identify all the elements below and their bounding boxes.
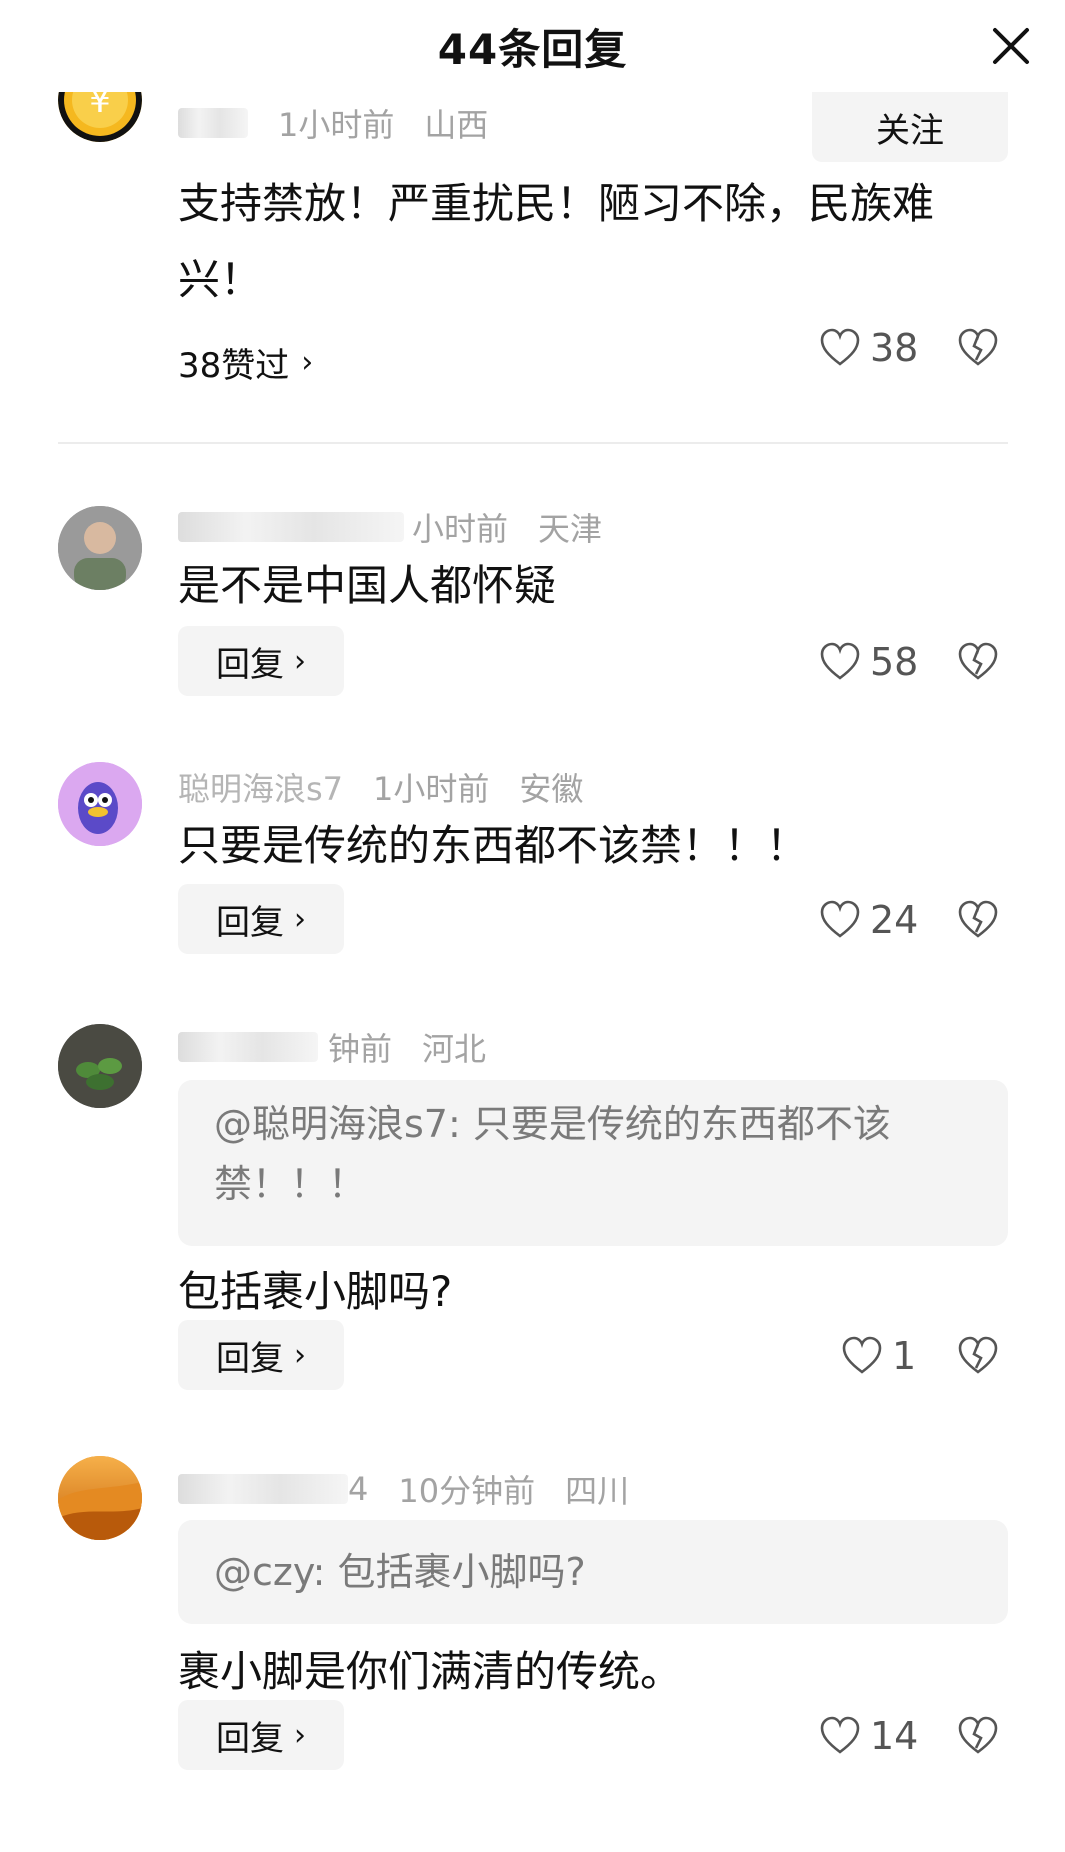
broken-heart-icon	[958, 1716, 998, 1754]
avatar[interactable]	[58, 762, 142, 846]
avatar[interactable]	[58, 1024, 142, 1108]
comment-text: 裹小脚是你们满清的传统。	[178, 1647, 683, 1696]
comment-text: 包括裹小脚吗?	[178, 1267, 453, 1316]
comment-location: 山西	[424, 106, 489, 144]
username-blurred[interactable]	[178, 512, 404, 542]
like-button[interactable]: 1	[840, 1334, 916, 1378]
comment-text: 是不是中国人都怀疑	[178, 561, 557, 610]
like-count: 58	[870, 640, 919, 684]
comment-meta: 4 10分钟前 四川	[178, 1466, 629, 1512]
username-blurred	[178, 1474, 348, 1504]
chevron-right-icon: ›	[294, 1337, 306, 1373]
plant-avatar-image	[58, 1024, 142, 1108]
comment-username-group[interactable]: 4	[178, 1470, 368, 1508]
broken-heart-icon	[958, 328, 998, 366]
broken-heart-icon	[958, 1336, 998, 1374]
header: 44条回复	[0, 0, 1065, 92]
comment-time: 1小时前	[373, 770, 490, 808]
desert-avatar-image	[58, 1456, 142, 1540]
dislike-button[interactable]	[956, 1334, 1000, 1378]
reply-label: 回复	[216, 644, 284, 685]
page-title: 44条回复	[437, 24, 628, 74]
comment-location: 安徽	[519, 770, 584, 808]
quoted-comment[interactable]: @聪明海浪s7: 只要是传统的东西都不该禁！！！	[178, 1080, 1008, 1246]
like-button[interactable]: 14	[818, 1714, 918, 1758]
like-count: 14	[870, 1714, 919, 1758]
comment-time: 钟前	[328, 1030, 393, 1068]
likes-link-label: 38赞过	[178, 346, 290, 386]
reply-button[interactable]: 回复 ›	[178, 626, 344, 696]
heart-outline-icon	[820, 642, 860, 680]
cartoon-avatar-image	[58, 762, 142, 846]
reply-label: 回复	[216, 1718, 284, 1759]
comment-time: 小时前	[412, 510, 509, 548]
username-blurred[interactable]	[178, 1032, 318, 1062]
like-count: 38	[870, 326, 919, 370]
comment-text: 只要是传统的东西都不该禁！！！	[178, 821, 809, 870]
reply-button[interactable]: 回复 ›	[178, 1700, 344, 1770]
close-icon	[993, 28, 1029, 64]
chevron-right-icon: ›	[294, 901, 306, 937]
comment-username[interactable]: 聪明海浪s7	[178, 764, 343, 810]
reply-label: 回复	[216, 902, 284, 943]
like-button[interactable]: 38	[818, 326, 918, 370]
username-blurred[interactable]	[178, 108, 248, 138]
comment-location: 四川	[565, 1472, 630, 1510]
heart-outline-icon	[820, 900, 860, 938]
reply-label: 回复	[216, 1338, 284, 1379]
divider	[58, 442, 1008, 444]
comment-time: 10分钟前	[398, 1472, 536, 1510]
comment-location: 河北	[422, 1030, 487, 1068]
chevron-right-icon: ›	[294, 1717, 306, 1753]
comment-meta: 小时前 天津	[178, 504, 602, 550]
heart-outline-icon	[820, 328, 860, 366]
heart-outline-icon	[820, 1716, 860, 1754]
comment-text: 支持禁放！严重扰民！陋习不除，民族难兴！	[178, 179, 935, 304]
follow-button[interactable]: 关注	[812, 92, 1008, 162]
like-button[interactable]: 24	[818, 898, 918, 942]
comment-username: 4	[348, 1470, 369, 1508]
dislike-button[interactable]	[956, 898, 1000, 942]
comment-meta: 1小时前 山西	[178, 100, 488, 146]
likes-link[interactable]: 38赞过 ›	[178, 338, 313, 387]
comment-meta: 聪明海浪s7 1小时前 安徽	[178, 764, 583, 810]
person-avatar-image	[58, 506, 142, 590]
comment-location: 天津	[538, 510, 603, 548]
broken-heart-icon	[958, 900, 998, 938]
avatar[interactable]	[58, 506, 142, 590]
quoted-comment[interactable]: @czy: 包括裹小脚吗?	[178, 1520, 1008, 1624]
avatar[interactable]	[58, 1456, 142, 1540]
dislike-button[interactable]	[956, 640, 1000, 684]
reply-button[interactable]: 回复 ›	[178, 884, 344, 954]
broken-heart-icon	[958, 642, 998, 680]
comment-time: 1小时前	[278, 106, 395, 144]
dislike-button[interactable]	[956, 326, 1000, 370]
close-button[interactable]	[989, 24, 1033, 68]
comment-meta: 钟前 河北	[178, 1024, 486, 1070]
heart-outline-icon	[842, 1336, 882, 1374]
chevron-right-icon: ›	[294, 643, 306, 679]
reply-button[interactable]: 回复 ›	[178, 1320, 344, 1390]
like-button[interactable]: 58	[818, 640, 918, 684]
like-count: 1	[892, 1334, 917, 1378]
dislike-button[interactable]	[956, 1714, 1000, 1758]
like-count: 24	[870, 898, 919, 942]
chevron-right-icon: ›	[301, 345, 314, 380]
